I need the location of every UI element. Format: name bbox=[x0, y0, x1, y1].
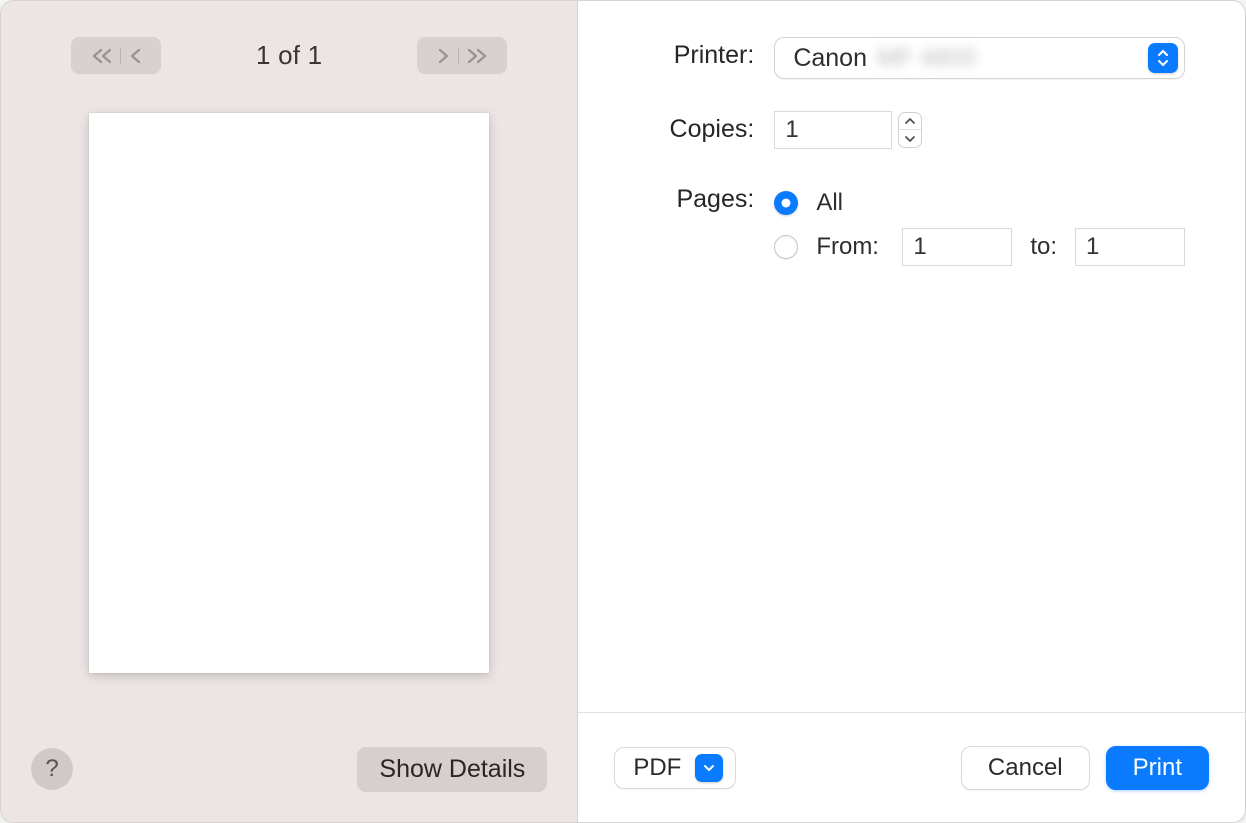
stepper-down-icon[interactable] bbox=[899, 130, 921, 147]
copies-label: Copies: bbox=[578, 111, 754, 144]
copies-row: Copies: bbox=[578, 111, 1185, 149]
preview-pane: 1 of 1 ? bbox=[1, 1, 578, 822]
stepper-up-icon[interactable] bbox=[899, 113, 921, 130]
settings-footer: PDF Cancel Print bbox=[578, 712, 1245, 822]
pages-all-label: All bbox=[816, 189, 843, 217]
pages-all-option[interactable]: All bbox=[774, 181, 1185, 225]
chevron-right-icon bbox=[437, 48, 451, 64]
print-dialog: 1 of 1 ? bbox=[0, 0, 1246, 823]
updown-chevron-icon bbox=[1148, 43, 1178, 73]
help-icon: ? bbox=[45, 755, 58, 783]
preview-toolbar: 1 of 1 bbox=[1, 1, 577, 74]
printer-popup[interactable]: Canon MF 4800 bbox=[774, 37, 1185, 79]
show-details-button[interactable]: Show Details bbox=[357, 747, 547, 792]
settings-pane: Printer: Canon MF 4800 bbox=[578, 1, 1245, 822]
pdf-label: PDF bbox=[633, 754, 681, 782]
preview-first-prev-button[interactable] bbox=[71, 37, 161, 74]
print-button[interactable]: Print bbox=[1106, 746, 1209, 790]
nav-separator bbox=[120, 48, 121, 64]
preview-footer: ? Show Details bbox=[1, 722, 577, 822]
print-label: Print bbox=[1133, 754, 1182, 781]
pages-from-input[interactable] bbox=[902, 228, 1012, 266]
printer-selected-name: Canon bbox=[793, 44, 867, 73]
radio-on-icon bbox=[774, 191, 798, 215]
pages-range-option[interactable]: From: to: bbox=[774, 225, 1185, 269]
copies-stepper[interactable] bbox=[898, 112, 922, 148]
chevron-left-icon bbox=[128, 48, 142, 64]
cancel-label: Cancel bbox=[988, 754, 1063, 781]
printer-row: Printer: Canon MF 4800 bbox=[578, 37, 1185, 79]
printer-label: Printer: bbox=[578, 37, 754, 70]
pdf-menu-button[interactable]: PDF bbox=[614, 747, 736, 789]
page-thumbnail[interactable] bbox=[89, 113, 489, 673]
settings-body: Printer: Canon MF 4800 bbox=[578, 1, 1245, 712]
pages-label: Pages: bbox=[578, 181, 754, 214]
radio-off-icon bbox=[774, 235, 798, 259]
pages-row: Pages: All From: to: bbox=[578, 181, 1185, 269]
cancel-button[interactable]: Cancel bbox=[961, 746, 1090, 790]
chevron-down-icon bbox=[695, 754, 723, 782]
show-details-label: Show Details bbox=[379, 755, 525, 783]
printer-selected-model: MF 4800 bbox=[877, 44, 976, 73]
double-chevron-right-icon bbox=[466, 48, 488, 64]
page-preview-area bbox=[1, 74, 577, 722]
pages-to-label: to: bbox=[1030, 233, 1057, 261]
page-counter: 1 of 1 bbox=[256, 40, 322, 71]
copies-input[interactable] bbox=[774, 111, 892, 149]
pages-to-input[interactable] bbox=[1075, 228, 1185, 266]
nav-separator bbox=[458, 48, 459, 64]
preview-next-last-button[interactable] bbox=[417, 37, 507, 74]
help-button[interactable]: ? bbox=[31, 748, 73, 790]
double-chevron-left-icon bbox=[91, 48, 113, 64]
pages-from-label: From: bbox=[816, 233, 902, 261]
